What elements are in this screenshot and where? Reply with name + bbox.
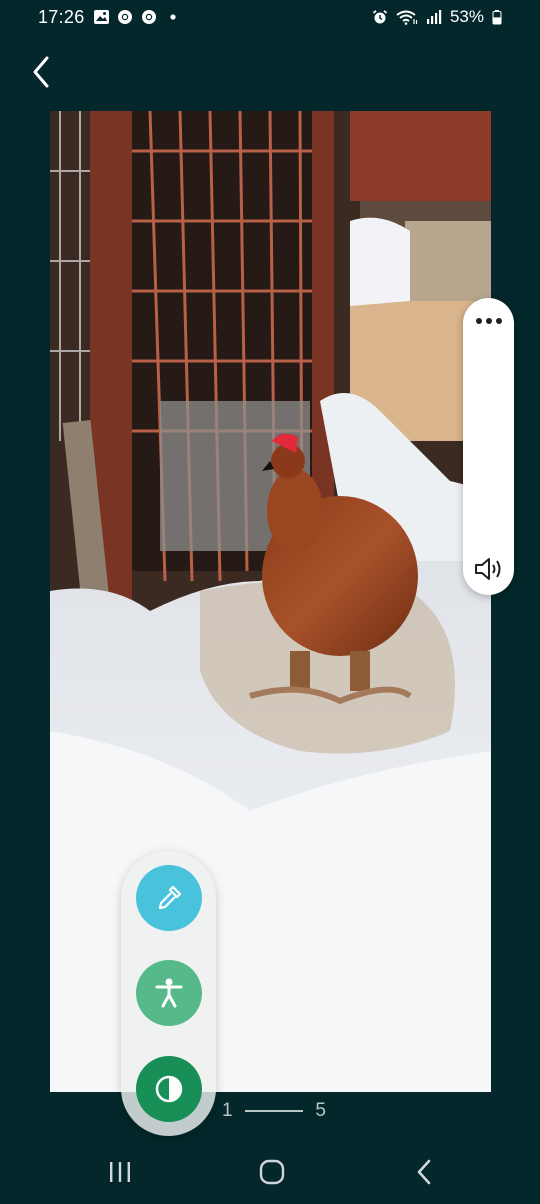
volume-icon	[474, 558, 500, 580]
wifi-icon	[396, 9, 418, 25]
battery-percent: 53%	[449, 7, 484, 26]
volume-button[interactable]	[463, 552, 514, 586]
dot-icon	[165, 9, 181, 25]
alarm-icon	[372, 9, 388, 25]
accessibility-floating-panel	[121, 851, 216, 1136]
more-horizontal-icon	[475, 318, 502, 324]
more-options-button[interactable]	[463, 308, 514, 334]
recent-apps-icon	[110, 1162, 130, 1182]
status-left: 17:26	[38, 7, 181, 28]
status-time: 17:26	[38, 6, 85, 27]
nav-back-button[interactable]	[402, 1154, 446, 1190]
accessibility-icon	[155, 978, 183, 1008]
contrast-icon	[155, 1075, 183, 1103]
accessibility-button[interactable]	[136, 960, 202, 1026]
signal-icon	[426, 9, 442, 25]
status-right: 53%	[372, 7, 502, 27]
home-icon	[259, 1159, 285, 1185]
navigation-bar	[0, 1140, 540, 1204]
chrome-icon	[141, 9, 157, 25]
eyedropper-icon	[158, 885, 182, 910]
back-button[interactable]	[22, 52, 60, 92]
rooster-photo	[50, 111, 491, 1092]
volume-panel	[463, 298, 514, 595]
photo[interactable]	[50, 111, 491, 1092]
gallery-icon	[93, 9, 109, 25]
back-icon	[417, 1159, 431, 1185]
chrome-icon	[117, 9, 133, 25]
page-current: 1	[222, 1100, 233, 1121]
battery-icon	[492, 9, 502, 25]
contrast-button[interactable]	[136, 1056, 202, 1122]
home-button[interactable]	[250, 1154, 294, 1190]
chevron-left-icon	[33, 56, 49, 88]
status-bar: 17:26 53%	[0, 0, 540, 34]
page-total: 5	[315, 1100, 326, 1121]
page-divider	[244, 1110, 304, 1112]
color-picker-button[interactable]	[136, 865, 202, 931]
recent-apps-button[interactable]	[98, 1154, 142, 1190]
page-indicator: 1 5	[222, 1098, 326, 1124]
